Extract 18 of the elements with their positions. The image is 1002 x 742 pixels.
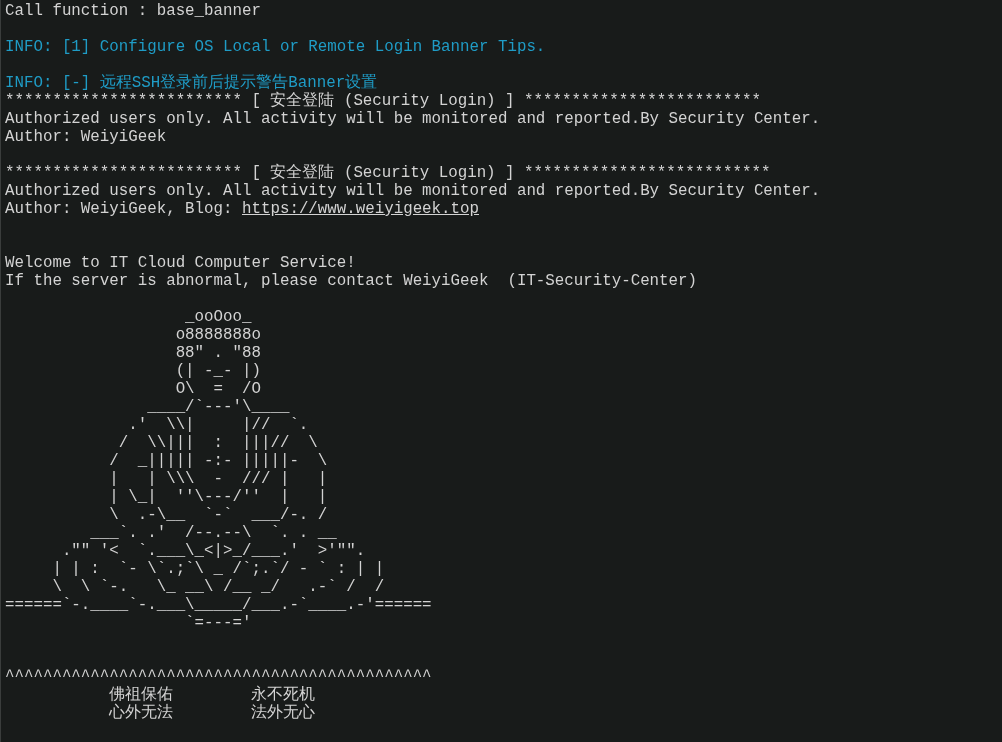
author-line: Author: WeiyiGeek, Blog: https://www.weiyigeek.top — [5, 200, 479, 218]
console-text: Authorized users only. All activity will be monitored and reported.By Security Center. — [5, 110, 821, 128]
console-text: ************************* [ 安全登陆 (Security Login) ] ************************** — [5, 164, 771, 182]
console-text: Call function : base_banner — [5, 2, 261, 20]
verse-text: 永不死机 — [251, 686, 317, 704]
console-text: If the server is abnormal, please contact WeiyiGeek (IT-Security-Center) — [5, 272, 698, 290]
blog-link[interactable]: https://www.weiyigeek.top — [242, 200, 479, 218]
verse-text: 心外无法 — [109, 704, 175, 722]
verse-text: 法外无心 — [251, 704, 317, 722]
info-message: INFO: [-] 远程SSH登录前后提示警告Banner设置 — [5, 74, 378, 92]
console-text: Welcome to IT Cloud Computer Service! — [5, 254, 356, 272]
console-text: Author: WeiyiGeek — [5, 128, 167, 146]
console-text: ************************* [ 安全登陆 (Security Login) ] ************************* — [5, 92, 762, 110]
info-message: INFO: [1] Configure OS Local or Remote Login Banner Tips. — [5, 38, 546, 56]
ascii-art: _ooOoo_ o8888888o 88" . "88 (| -_- |) O\ = /O ____/`---'\____ .' \\| |// `. / \\||| : |||// \ / _||||| -:- |||||- \ | | \\\ - /// | | | \_| ''\---/'' | | \ .-\__ `-` ___/-. / ___`. .' /--.--\ `. . __ ."" '< `.___\_<|>_/___.' >'"". | | : `- \`.;`\ _ /`;.`/ - ` : | | \ \ `-. \_ __\ /__ _/ .-` / / ======`-.____`-.___\_____/___.-`____.-'====== `=---=' — [5, 308, 433, 632]
console-text: Authorized users only. All activity will be monitored and reported.By Security Center. — [5, 182, 821, 200]
verse-text: 佛祖保佑 — [109, 686, 175, 704]
console-text: ^^^^^^^^^^^^^^^^^^^^^^^^^^^^^^^^^^^^^^^^^^^^^ — [5, 668, 432, 686]
